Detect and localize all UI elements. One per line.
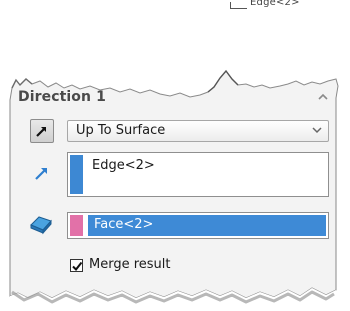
face-list-item[interactable]: Face<2> [94,217,153,232]
checkmark-icon [72,261,83,272]
face-selection-icon [29,213,53,235]
chevron-down-icon [312,124,322,139]
reverse-direction-button[interactable] [30,119,54,143]
edge-direction-icon [32,163,52,183]
merge-result-label: Merge result [89,257,171,272]
end-condition-value: Up To Surface [76,123,166,138]
edge-color-swatch [70,155,83,194]
direction-arrow-icon [36,127,46,137]
panel-title[interactable]: Direction 1 [18,89,106,105]
checkbox-box[interactable] [70,259,83,272]
face-color-swatch [70,215,83,236]
face-surface-listbox[interactable]: Face<2> [67,212,329,239]
property-manager-screenshot: Edge<2> Direction 1 Up To Surface Edge<2… [0,0,350,311]
chevron-up-icon[interactable] [316,90,330,104]
edge-list-item[interactable]: Edge<2> [92,158,155,173]
end-condition-dropdown[interactable]: Up To Surface [67,120,329,142]
direction-reference-listbox[interactable]: Edge<2> [67,152,329,197]
